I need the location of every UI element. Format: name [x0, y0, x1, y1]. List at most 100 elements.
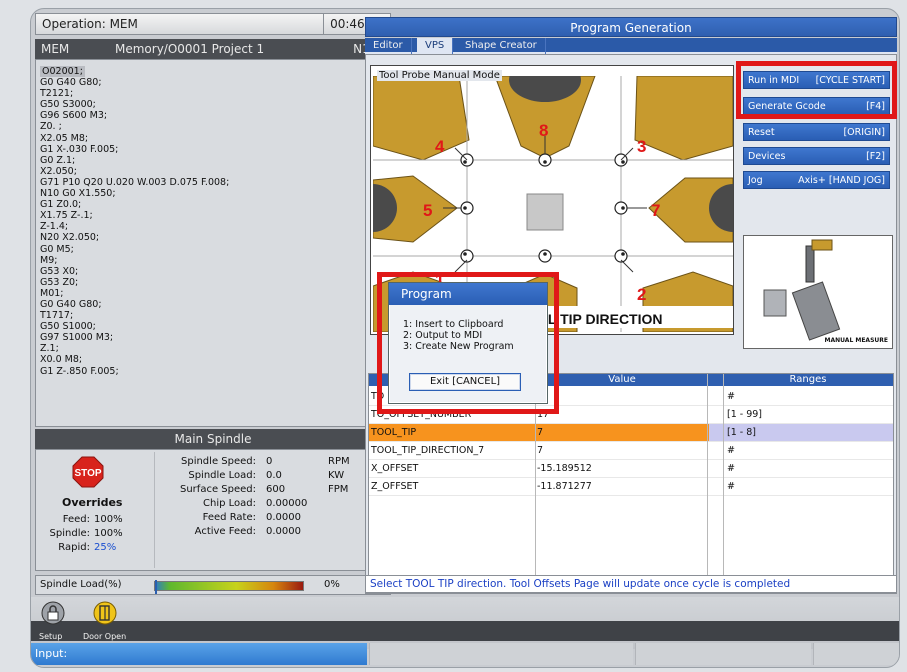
jog-button[interactable]: Jog Axis+ [HAND JOG]: [743, 171, 890, 189]
status-segment-2: [635, 643, 811, 665]
door-open-icon[interactable]: [93, 601, 117, 625]
row-range: #: [727, 445, 735, 456]
memory-header: MEM Memory/O0001 Project 1 N100: [35, 39, 391, 59]
overrides-title: Overrides: [62, 496, 123, 509]
code-line[interactable]: G50 S3000;: [40, 99, 372, 110]
row-value[interactable]: -15.189512: [537, 460, 592, 478]
highlight-run-generate: [736, 61, 897, 119]
tab-shape-creator[interactable]: Shape Creator: [457, 38, 546, 54]
probe-mode-title: Tool Probe Manual Mode: [377, 70, 502, 81]
row-range: #: [727, 481, 735, 492]
stop-label: STOP: [74, 468, 101, 479]
override-rapid: Rapid: 25%: [58, 542, 117, 553]
col-value-header: Value: [608, 374, 636, 385]
row-name: Z_OFFSET: [371, 481, 419, 492]
override-feed: Feed: 100%: [62, 514, 123, 525]
operation-mode: Operation: MEM: [42, 17, 138, 31]
spindle-panel: STOP Overrides Feed: 100% Spindle: 100% Ra…: [35, 449, 391, 571]
row-range: [1 - 8]: [727, 427, 756, 438]
program-editor[interactable]: O02001; G0 G40 G80; T2121; G50 S3000; G96 S6…: [35, 59, 391, 427]
row-range: #: [727, 391, 735, 402]
program-generation-title: Program Generation: [365, 17, 897, 37]
code-line[interactable]: O02001;: [40, 66, 372, 78]
table-row[interactable]: Z_OFFSET -11.871277 #: [369, 478, 893, 496]
highlight-dialog: [377, 272, 559, 414]
row-value[interactable]: 7: [537, 424, 543, 442]
code-line[interactable]: G96 S600 M3;: [40, 110, 372, 121]
tab-vps[interactable]: VPS: [417, 38, 454, 54]
code-line[interactable]: X0.0 M8;: [40, 354, 372, 365]
spindle-header: Main Spindle: [35, 429, 391, 449]
row-range: [1 - 99]: [727, 409, 763, 420]
table-row[interactable]: TOOL_TIP 7 [1 - 8]: [369, 424, 893, 442]
code-line[interactable]: N20 X2.050;: [40, 232, 372, 243]
table-row[interactable]: TOOL_TIP_DIRECTION_7 7 #: [369, 442, 893, 460]
setup-label: Setup: [39, 632, 63, 641]
code-line[interactable]: Z-1.4;: [40, 221, 372, 232]
code-line[interactable]: G1 Z0.0;: [40, 199, 372, 210]
code-line[interactable]: Z.1;: [40, 343, 372, 354]
status-segment-1: [369, 643, 633, 665]
row-name: X_OFFSET: [371, 463, 419, 474]
code-line[interactable]: G0 Z.1;: [40, 155, 372, 166]
control-window: Operation: MEM 00:46:32 MEM Memory/O0001…: [30, 8, 900, 668]
code-line[interactable]: X2.05 M8;: [40, 133, 372, 144]
spindle-load-bar: [154, 580, 304, 594]
code-line[interactable]: G97 S1000 M3;: [40, 332, 372, 343]
spindle-load-row: Spindle Load(%) 0%: [35, 575, 391, 595]
code-line[interactable]: G0 M5;: [40, 244, 372, 255]
spindle-load-label: Spindle Load(%): [40, 579, 122, 590]
bottom-label-strip: [31, 621, 899, 641]
code-line[interactable]: X2.050;: [40, 166, 372, 177]
spindle-divider: [154, 452, 155, 568]
devices-button[interactable]: Devices [F2]: [743, 147, 890, 165]
spindle-load-marker: [155, 580, 157, 594]
code-line[interactable]: N10 G0 X1.550;: [40, 188, 372, 199]
spindle-load-value: 0%: [324, 579, 340, 590]
code-line[interactable]: Z0. ;: [40, 121, 372, 132]
tab-bar: Editor VPS Shape Creator: [365, 38, 897, 55]
row-name: TOOL_TIP_DIRECTION_7: [371, 445, 485, 456]
row-name: TOOL_TIP: [371, 427, 417, 438]
direction-8: 8: [539, 121, 548, 140]
table-row[interactable]: X_OFFSET -15.189512 #: [369, 460, 893, 478]
direction-4: 4: [435, 137, 445, 156]
manual-measure-caption: MANUAL MEASURE: [824, 337, 888, 344]
direction-3: 3: [637, 137, 646, 156]
code-lines[interactable]: O02001; G0 G40 G80; T2121; G50 S3000; G96 S6…: [40, 66, 372, 377]
code-line[interactable]: G53 X0;: [40, 266, 372, 277]
reset-button[interactable]: Reset [ORIGIN]: [743, 123, 890, 141]
tab-editor[interactable]: Editor: [365, 38, 412, 54]
setup-lock-icon[interactable]: [41, 601, 65, 625]
row-range: #: [727, 463, 735, 474]
code-line[interactable]: G1 Z-.850 F.005;: [40, 366, 372, 377]
direction-7: 7: [651, 201, 660, 220]
door-open-label: Door Open: [83, 632, 127, 641]
status-segment-3: [813, 643, 899, 665]
code-line[interactable]: G71 P10 Q20 U.020 W.003 D.075 F.008;: [40, 177, 372, 188]
override-spindle: Spindle: 100%: [49, 528, 123, 539]
code-line[interactable]: T1717;: [40, 310, 372, 321]
code-line[interactable]: G0 G40 G80;: [40, 299, 372, 310]
direction-2: 2: [637, 285, 646, 304]
input-field[interactable]: Input:: [31, 643, 367, 665]
memory-mode-label: MEM: [41, 42, 70, 56]
direction-5: 5: [423, 201, 432, 220]
code-line[interactable]: M9;: [40, 255, 372, 266]
program-path: Memory/O0001 Project 1: [115, 42, 265, 56]
code-line[interactable]: X1.75 Z-.1;: [40, 210, 372, 221]
code-line[interactable]: G1 X-.030 F.005;: [40, 144, 372, 155]
code-line[interactable]: T2121;: [40, 88, 372, 99]
code-line[interactable]: G53 Z0;: [40, 277, 372, 288]
col-ranges-header: Ranges: [789, 374, 827, 385]
code-line[interactable]: M01;: [40, 288, 372, 299]
operation-bar: Operation: MEM 00:46:32: [35, 13, 391, 35]
code-line[interactable]: G50 S1000;: [40, 321, 372, 332]
stop-icon[interactable]: STOP: [72, 456, 104, 488]
code-line[interactable]: G0 G40 G80;: [40, 77, 372, 88]
manual-measure-image: MANUAL MEASURE: [743, 235, 893, 349]
row-value[interactable]: 7: [537, 442, 543, 460]
probe-arm-icon: [763, 239, 841, 341]
status-message: Select TOOL TIP direction. Tool Offsets …: [365, 575, 897, 593]
row-value[interactable]: -11.871277: [537, 478, 592, 496]
